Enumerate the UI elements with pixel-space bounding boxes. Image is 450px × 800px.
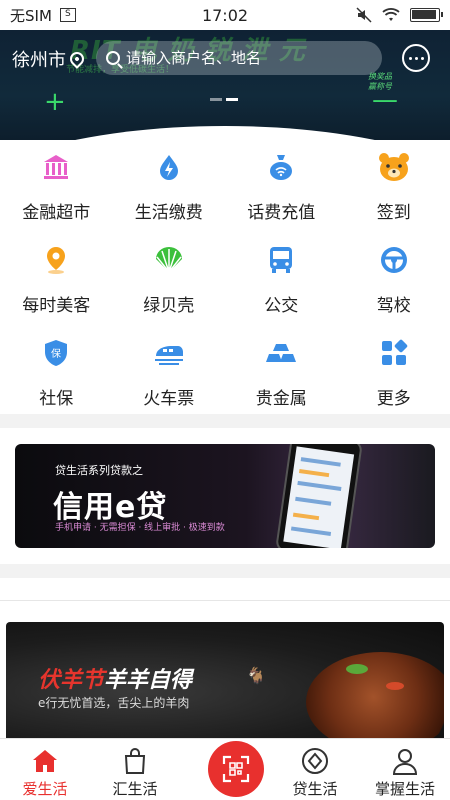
shell-icon xyxy=(152,243,186,277)
service-label: 生活缴费 xyxy=(134,203,203,223)
service-phone-topup[interactable]: 话费充值 xyxy=(225,142,338,235)
carousel-dot xyxy=(210,98,222,101)
user-icon xyxy=(391,747,419,775)
lamb-ad-title-red: 伏羊节 xyxy=(38,668,105,693)
tab-label: 爱生活 xyxy=(22,780,68,798)
tab-scan[interactable] xyxy=(180,739,270,800)
service-label: 金融超市 xyxy=(22,203,91,223)
loan-ad-subtitle: 手机申请 · 无需担保 · 线上审批 · 极速到款 xyxy=(55,523,225,533)
dot-icon xyxy=(408,56,412,60)
service-green-shell[interactable]: 绿贝壳 xyxy=(113,235,226,328)
scan-button[interactable] xyxy=(208,741,264,797)
more-grid-icon xyxy=(377,336,411,370)
search-icon xyxy=(106,51,120,65)
lightning-drop-icon xyxy=(152,150,186,184)
service-label: 社保 xyxy=(39,389,74,409)
bus-icon xyxy=(264,243,298,277)
goat-icon: 🐐 xyxy=(246,666,266,685)
status-bar: 无SIM S 17:02 xyxy=(0,0,450,30)
lamb-ad-section: 伏羊节羊羊自得 🐐 e行无忧首选，舌尖上的羊肉 xyxy=(0,578,450,738)
service-utilities[interactable]: 生活缴费 xyxy=(113,142,226,235)
train-icon xyxy=(152,336,186,370)
bear-icon xyxy=(377,150,411,184)
bottom-tab-bar: 爱生活 汇生活 贷生活 掌握生活 xyxy=(0,738,450,800)
service-train-ticket[interactable]: 火车票 xyxy=(113,328,226,421)
service-label: 绿贝壳 xyxy=(143,296,195,316)
service-label: 公交 xyxy=(264,296,299,316)
gold-bars-icon xyxy=(264,336,298,370)
minus-icon: — xyxy=(372,85,398,115)
tab-label: 贷生活 xyxy=(292,780,338,798)
service-label: 贵金属 xyxy=(255,389,307,409)
mute-icon xyxy=(356,7,372,23)
service-meike[interactable]: 每时美客 xyxy=(0,235,113,328)
service-grid: 金融超市 生活缴费 话费充值 签到 每时美客 绿贝壳 公交 驾校 保 社保 火车… xyxy=(0,140,450,421)
service-driving-school[interactable]: 驾校 xyxy=(338,235,450,328)
coin-icon xyxy=(301,747,329,775)
service-label: 驾校 xyxy=(376,296,411,316)
steering-wheel-icon xyxy=(377,243,411,277)
qr-scan-icon xyxy=(222,755,250,783)
plus-icon: + xyxy=(44,87,66,117)
home-icon xyxy=(31,747,59,775)
loan-ad-small-text: 贷生活系列贷款之 xyxy=(55,464,143,477)
prize-label-line1: 换奖品 xyxy=(368,72,392,81)
service-more[interactable]: 更多 xyxy=(338,328,450,421)
tab-loan-life[interactable]: 贷生活 xyxy=(270,739,360,800)
more-menu-button[interactable] xyxy=(402,44,430,72)
carousel-indicator xyxy=(210,98,238,101)
battery-icon xyxy=(410,8,443,22)
service-label: 火车票 xyxy=(143,389,195,409)
header-curve xyxy=(0,126,450,140)
service-grid-section: 金融超市 生活缴费 话费充值 签到 每时美客 绿贝壳 公交 驾校 保 社保 火车… xyxy=(0,140,450,414)
carousel-dot-active xyxy=(226,98,238,101)
service-label: 每时美客 xyxy=(22,296,91,316)
dot-icon xyxy=(420,56,424,60)
header-banner: RIT 电 奶 锐 泄 元 节能减排，享受低碳生活！ 徐州市 + 换奖品 赢称号… xyxy=(0,30,450,140)
lamb-ad-banner[interactable]: 伏羊节羊羊自得 🐐 e行无忧首选，舌尖上的羊肉 xyxy=(6,622,444,738)
loan-ad-banner[interactable]: 贷生活系列贷款之 信用e贷 手机申请 · 无需担保 · 线上审批 · 极速到款 xyxy=(15,444,435,548)
tab-label: 掌握生活 xyxy=(374,780,435,798)
tab-master-life[interactable]: 掌握生活 xyxy=(360,739,450,800)
service-label: 更多 xyxy=(376,389,411,409)
wifi-icon xyxy=(382,8,400,21)
search-bar[interactable] xyxy=(96,41,382,75)
phone-screen xyxy=(283,446,355,548)
lamb-dish-image xyxy=(306,652,444,738)
lamb-ad-slogan: e行无忧首选，舌尖上的羊肉 xyxy=(38,696,190,710)
service-social-security[interactable]: 保 社保 xyxy=(0,328,113,421)
bank-icon xyxy=(39,150,73,184)
shopping-bag-icon xyxy=(121,747,149,775)
tab-hui-life[interactable]: 汇生活 xyxy=(90,739,180,800)
dot-icon xyxy=(414,56,418,60)
carrier-label: 无SIM xyxy=(10,6,52,25)
service-label: 话费充值 xyxy=(247,203,316,223)
search-input[interactable] xyxy=(126,49,366,67)
money-bag-icon xyxy=(264,150,298,184)
svg-text:保: 保 xyxy=(51,347,61,360)
sim-icon: S xyxy=(59,8,76,22)
location-pin-icon xyxy=(39,243,73,277)
city-selector[interactable]: 徐州市 xyxy=(12,46,87,72)
clock: 17:02 xyxy=(201,5,249,25)
loan-ad-section: 贷生活系列贷款之 信用e贷 手机申请 · 无需担保 · 线上审批 · 极速到款 xyxy=(0,428,450,564)
tab-love-life[interactable]: 爱生活 xyxy=(0,739,90,800)
service-label: 签到 xyxy=(376,203,411,223)
service-finance[interactable]: 金融超市 xyxy=(0,142,113,235)
service-checkin[interactable]: 签到 xyxy=(338,142,450,235)
lamb-ad-title: 伏羊节羊羊自得 xyxy=(38,662,192,694)
shield-icon: 保 xyxy=(39,336,73,370)
service-bus[interactable]: 公交 xyxy=(225,235,338,328)
divider xyxy=(0,600,450,601)
service-precious-metal[interactable]: 贵金属 xyxy=(225,328,338,421)
city-label: 徐州市 xyxy=(12,50,66,71)
lamb-ad-title-white: 羊羊自得 xyxy=(104,668,193,693)
tab-label: 汇生活 xyxy=(112,780,158,798)
location-pin-icon xyxy=(67,49,87,69)
phone-image xyxy=(274,444,364,548)
